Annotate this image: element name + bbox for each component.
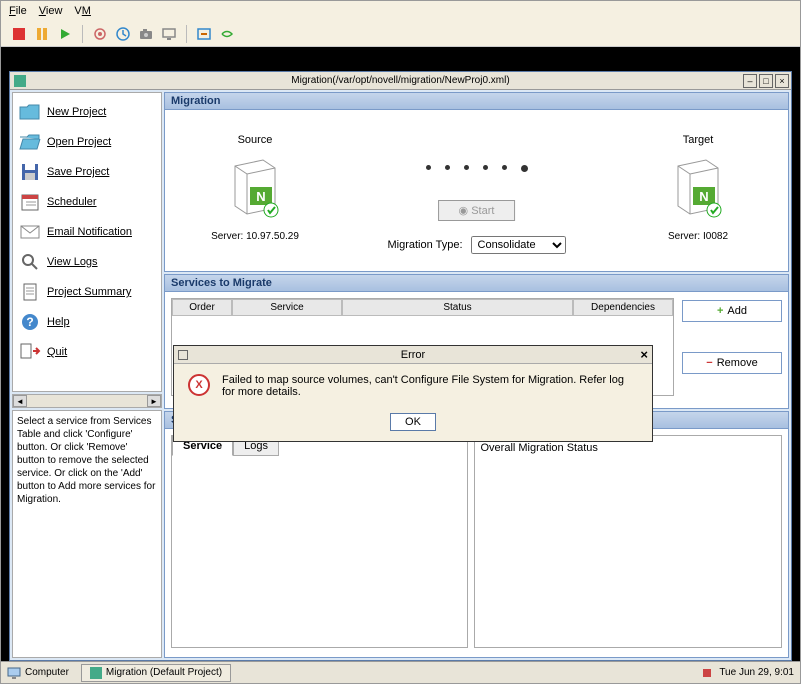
target-server-box: Target N Server: I0082 [628,134,768,242]
nav-scheduler[interactable]: Scheduler [15,187,159,217]
server-target-icon: N [668,154,728,220]
sidebar-scroll: ◄ ► [12,394,162,408]
taskbar: Computer Migration (Default Project) Tue… [1,661,800,683]
nav-new-project[interactable]: New Project [15,97,159,127]
document-icon [19,281,41,303]
status-panel: Status Service Logs Overall Migration St… [164,411,789,658]
source-server-box: Source N Server: 10.97.50.29 [185,134,325,242]
help-text: Select a service from Services Table and… [12,410,162,658]
error-icon: X [188,374,210,396]
nav-logs[interactable]: View Logs [15,247,159,277]
add-button[interactable]: + Add [682,300,782,322]
clock-icon[interactable] [113,24,133,44]
email-icon [19,221,41,243]
source-server-info: Server: 10.97.50.29 [185,231,325,242]
nav-email[interactable]: Email Notification [15,217,159,247]
folder-new-icon [19,101,41,123]
dialog-close-button[interactable]: × [640,347,648,362]
quit-icon [19,341,41,363]
nav-help[interactable]: ?Help [15,307,159,337]
overall-status-label: Overall Migration Status [474,435,783,648]
menu-file[interactable]: File [9,5,27,17]
app-task-icon [90,667,102,679]
migration-panel: Migration Source N Server: 10.97.50.29 ◉… [164,92,789,272]
vm-toolbar [1,21,800,47]
tray-icon[interactable] [701,667,713,679]
menu-view[interactable]: View [39,5,63,17]
dialog-title-text: Error [401,349,425,361]
folder-open-icon [19,131,41,153]
fullscreen-icon[interactable] [194,24,214,44]
taskbar-clock: Tue Jun 29, 9:01 [719,667,794,678]
display-icon[interactable] [159,24,179,44]
nav-quit[interactable]: Quit [15,337,159,367]
computer-icon [7,667,21,679]
remove-button[interactable]: − Remove [682,352,782,374]
pause-icon[interactable] [32,24,52,44]
magnifier-icon [19,251,41,273]
progress-dots [426,165,528,172]
scroll-left[interactable]: ◄ [13,395,27,407]
col-service[interactable]: Service [232,299,342,316]
window-titlebar: Migration(/var/opt/novell/migration/NewP… [10,72,791,90]
error-dialog: Error × X Failed to map source volumes, … [173,345,653,442]
col-order[interactable]: Order [172,299,232,316]
migration-type-select[interactable]: Consolidate [471,236,566,254]
svg-text:N: N [699,189,708,204]
dialog-message: Failed to map source volumes, can't Conf… [222,374,638,398]
dialog-sysmenu[interactable] [178,350,188,360]
help-icon: ? [19,311,41,333]
taskbar-computer[interactable]: Computer [7,667,69,679]
play-icon[interactable] [55,24,75,44]
col-status[interactable]: Status [342,299,573,316]
vm-menu-bar: File View VM [1,1,800,21]
nav-save-project[interactable]: Save Project [15,157,159,187]
unity-icon[interactable] [217,24,237,44]
nav-summary[interactable]: Project Summary [15,277,159,307]
taskbar-migration-app[interactable]: Migration (Default Project) [81,664,231,682]
calendar-icon [19,191,41,213]
migration-header: Migration [165,93,788,110]
scroll-right[interactable]: ► [147,395,161,407]
snapshot-icon[interactable] [90,24,110,44]
minimize-button[interactable]: – [743,74,757,88]
nav-open-project[interactable]: Open Project [15,127,159,157]
svg-text:?: ? [26,315,33,329]
source-label: Source [185,134,325,146]
stop-icon[interactable] [9,24,29,44]
save-icon [19,161,41,183]
menu-vm[interactable]: VM [74,5,91,17]
window-title: Migration(/var/opt/novell/migration/NewP… [291,75,509,86]
start-button[interactable]: ◉ Start [438,200,516,221]
app-icon [14,75,26,87]
svg-text:N: N [256,189,265,204]
camera-icon[interactable] [136,24,156,44]
migration-type-label: Migration Type: [387,239,462,251]
dialog-titlebar: Error × [174,346,652,364]
col-deps[interactable]: Dependencies [573,299,673,316]
maximize-button[interactable]: □ [759,74,773,88]
target-label: Target [628,134,768,146]
server-source-icon: N [225,154,285,220]
sidebar-nav: New Project Open Project Save Project Sc… [12,92,162,392]
services-header: Services to Migrate [165,275,788,292]
target-server-info: Server: I0082 [628,231,768,242]
dialog-ok-button[interactable]: OK [390,413,436,431]
close-button[interactable]: × [775,74,789,88]
